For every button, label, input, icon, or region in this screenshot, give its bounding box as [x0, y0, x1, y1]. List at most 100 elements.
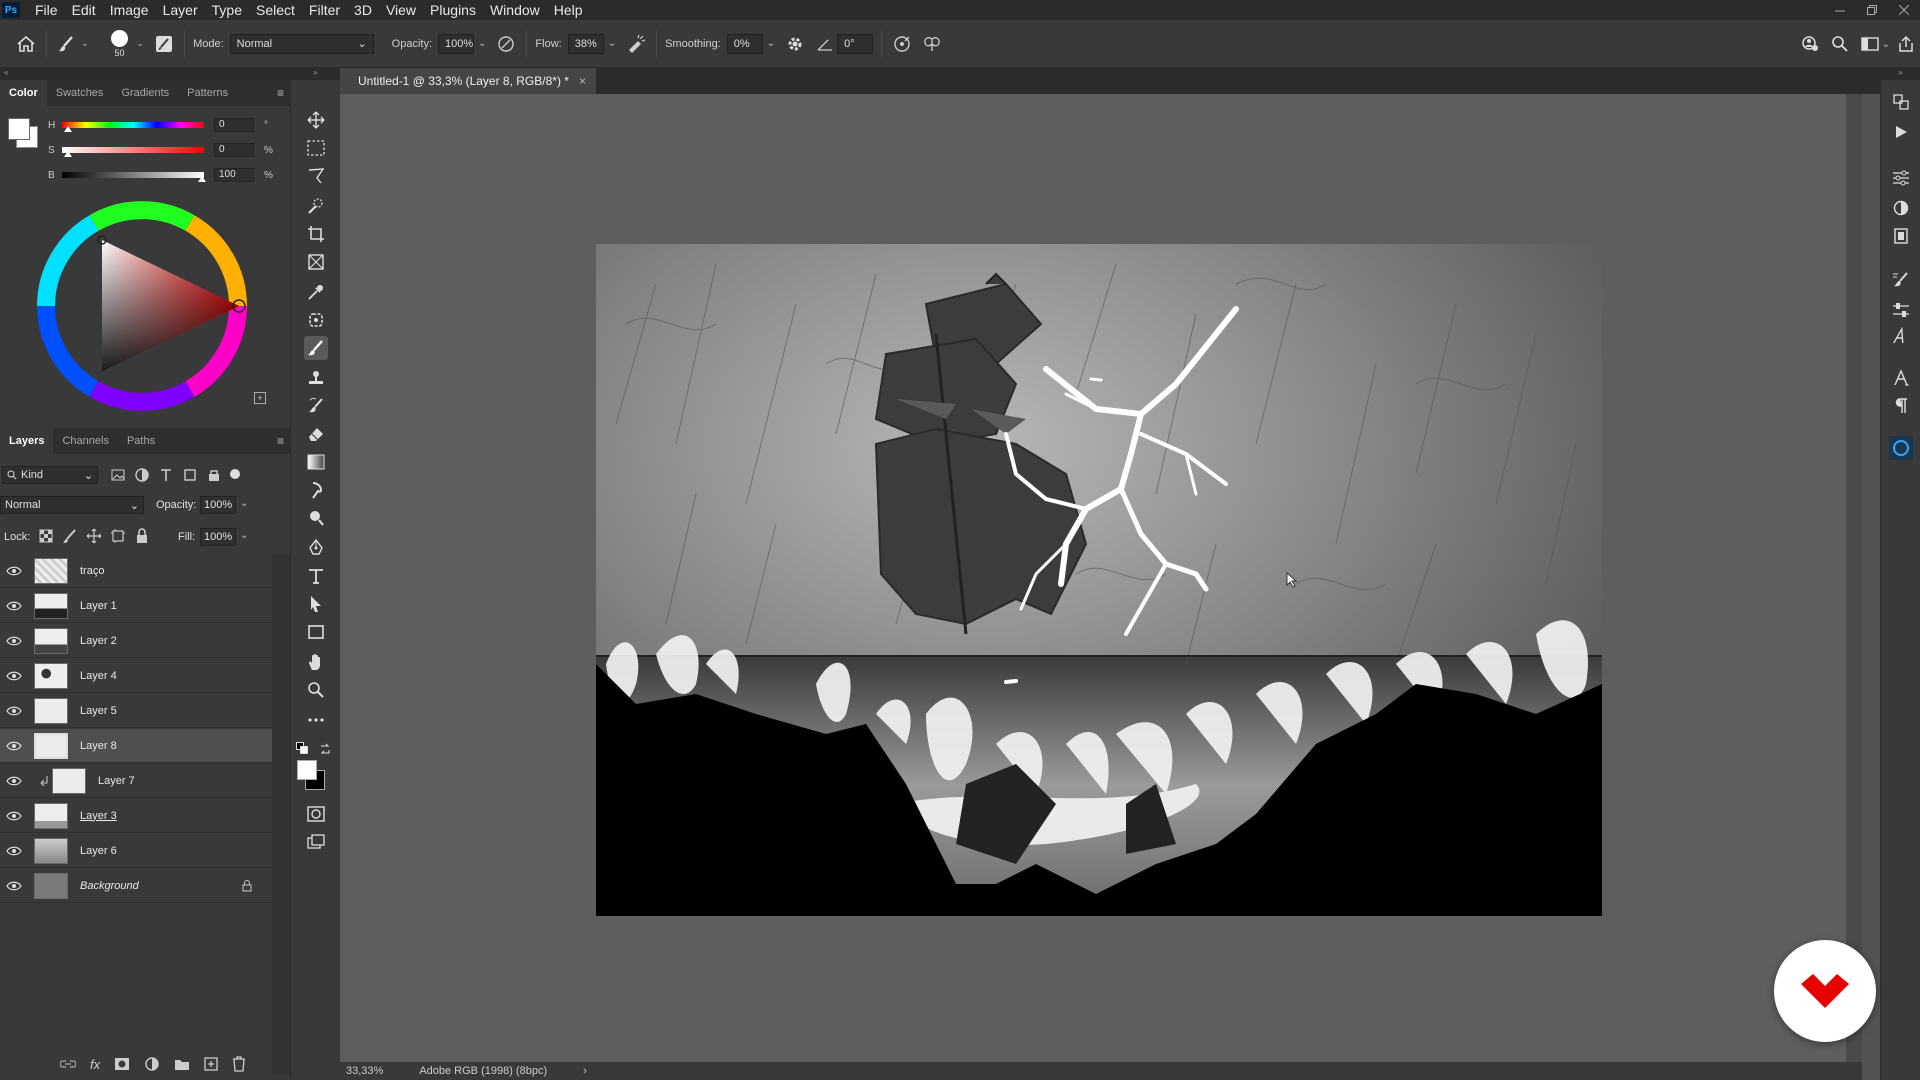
tab-color[interactable]: Color: [0, 80, 47, 106]
quick-selection-tool-icon[interactable]: [304, 194, 328, 218]
hue-slider[interactable]: [62, 122, 204, 128]
pixel-filter-icon[interactable]: [110, 467, 126, 483]
chevron-down-icon[interactable]: ⌄: [81, 38, 89, 49]
workspace-icon[interactable]: [1858, 32, 1882, 56]
path-selection-tool-icon[interactable]: [304, 592, 328, 616]
link-layers-icon[interactable]: [60, 1058, 76, 1070]
chevron-down-icon[interactable]: ⌄: [137, 38, 145, 49]
panel-menu-icon[interactable]: ≡: [277, 86, 284, 100]
layer-row[interactable]: Layer 5: [0, 694, 272, 728]
brush-size-picker[interactable]: 50: [103, 24, 137, 64]
clone-stamp-tool-icon[interactable]: [304, 366, 328, 390]
glyphs-panel-icon[interactable]: [1889, 324, 1913, 348]
lock-paint-icon[interactable]: [62, 528, 78, 544]
brush-settings-icon[interactable]: [152, 32, 176, 56]
opacity-input[interactable]: 100%: [438, 33, 475, 54]
gear-icon[interactable]: [783, 32, 807, 56]
smudge-tool-icon[interactable]: [304, 478, 328, 502]
canvas-area[interactable]: [340, 94, 1862, 1062]
brushes-panel-icon[interactable]: [1889, 268, 1913, 292]
smart-object-filter-icon[interactable]: [206, 467, 222, 483]
share-icon[interactable]: [1894, 32, 1918, 56]
mode-select[interactable]: Normal ⌄: [229, 33, 374, 54]
eraser-tool-icon[interactable]: [304, 422, 328, 446]
menu-window[interactable]: Window: [483, 0, 547, 20]
layer-row[interactable]: traço: [0, 554, 272, 588]
gradient-tool-icon[interactable]: [304, 450, 328, 474]
layer-row[interactable]: Layer 7: [0, 764, 272, 798]
layer-row[interactable]: Layer 4: [0, 659, 272, 693]
crop-tool-icon[interactable]: [304, 222, 328, 246]
fill-input[interactable]: 100%: [200, 528, 236, 546]
eye-icon[interactable]: [0, 811, 28, 821]
eye-icon[interactable]: [0, 881, 28, 891]
zoom-level[interactable]: 33,33%: [346, 1065, 383, 1077]
hue-input[interactable]: 0: [214, 118, 254, 132]
search-icon[interactable]: [1828, 32, 1852, 56]
adjustments-panel-icon[interactable]: [1889, 166, 1913, 190]
chevron-down-icon[interactable]: ⌄: [767, 38, 775, 49]
saturation-input[interactable]: 0: [214, 143, 254, 157]
eye-icon[interactable]: [0, 706, 28, 716]
character-panel-icon[interactable]: [1889, 366, 1913, 390]
restore-button[interactable]: [1856, 0, 1888, 20]
hue-slider-handle[interactable]: [64, 126, 72, 132]
lasso-tool-icon[interactable]: [304, 164, 328, 188]
filter-toggle-icon[interactable]: [230, 469, 240, 479]
eye-icon[interactable]: [0, 846, 28, 856]
airbrush-icon[interactable]: [624, 32, 648, 56]
tab-gradients[interactable]: Gradients: [112, 80, 178, 106]
styles-panel-icon[interactable]: [1889, 196, 1913, 220]
chevron-down-icon[interactable]: ⌄: [240, 530, 248, 541]
actions-play-icon[interactable]: [1889, 120, 1913, 144]
lock-transparent-icon[interactable]: [38, 528, 54, 544]
marquee-tool-icon[interactable]: [304, 136, 328, 160]
tab-paths[interactable]: Paths: [118, 428, 164, 454]
menu-layer[interactable]: Layer: [156, 0, 205, 20]
color-wheel[interactable]: [34, 198, 250, 414]
lock-position-icon[interactable]: [86, 528, 102, 544]
status-menu-arrow[interactable]: ›: [583, 1065, 587, 1077]
trash-icon[interactable]: [232, 1056, 246, 1072]
brightness-input[interactable]: 100: [214, 168, 254, 182]
chevron-down-icon[interactable]: ⌄: [478, 38, 486, 49]
foreground-color-swatch[interactable]: [297, 760, 317, 780]
lock-artboard-icon[interactable]: [110, 528, 126, 544]
menu-image[interactable]: Image: [103, 0, 156, 20]
layer-filter-select[interactable]: Kind ⌄: [2, 466, 98, 484]
brightness-slider-handle[interactable]: [198, 176, 206, 182]
symmetry-icon[interactable]: [920, 32, 944, 56]
tab-swatches[interactable]: Swatches: [47, 80, 113, 106]
tab-patterns[interactable]: Patterns: [178, 80, 237, 106]
screen-mode-icon[interactable]: [304, 830, 328, 854]
home-icon[interactable]: [14, 32, 38, 56]
chevron-down-icon[interactable]: ⌄: [240, 498, 248, 509]
history-brush-tool-icon[interactable]: [304, 394, 328, 418]
menu-3d[interactable]: 3D: [347, 0, 379, 20]
zoom-tool-icon[interactable]: [304, 678, 328, 702]
type-tool-icon[interactable]: [304, 564, 328, 588]
artwork-canvas[interactable]: [596, 244, 1602, 916]
adjustment-layer-icon[interactable]: [144, 1056, 160, 1072]
color-grading-icon[interactable]: [1889, 436, 1913, 460]
close-window-button[interactable]: [1888, 0, 1920, 20]
collapse-tools-icon[interactable]: »: [291, 68, 340, 80]
libraries-panel-icon[interactable]: [1889, 224, 1913, 248]
eye-icon[interactable]: [0, 671, 28, 681]
layer-row-selected[interactable]: Layer 8: [0, 729, 272, 763]
vertical-scrollbar[interactable]: [1846, 94, 1862, 1062]
menu-type[interactable]: Type: [205, 0, 249, 20]
brush-tool-preset-icon[interactable]: [55, 32, 79, 56]
saturation-slider[interactable]: [62, 147, 204, 153]
history-panel-icon[interactable]: [1889, 90, 1913, 114]
layer-row[interactable]: Layer 2: [0, 624, 272, 658]
share-learn-icon[interactable]: [1798, 32, 1822, 56]
paragraph-panel-icon[interactable]: [1889, 394, 1913, 418]
menu-select[interactable]: Select: [249, 0, 302, 20]
swap-colors-icon[interactable]: [319, 742, 331, 754]
type-filter-icon[interactable]: [158, 467, 174, 483]
menu-plugins[interactable]: Plugins: [423, 0, 483, 20]
rectangle-tool-icon[interactable]: [304, 620, 328, 644]
menu-file[interactable]: File: [28, 0, 65, 20]
frame-tool-icon[interactable]: [304, 250, 328, 274]
